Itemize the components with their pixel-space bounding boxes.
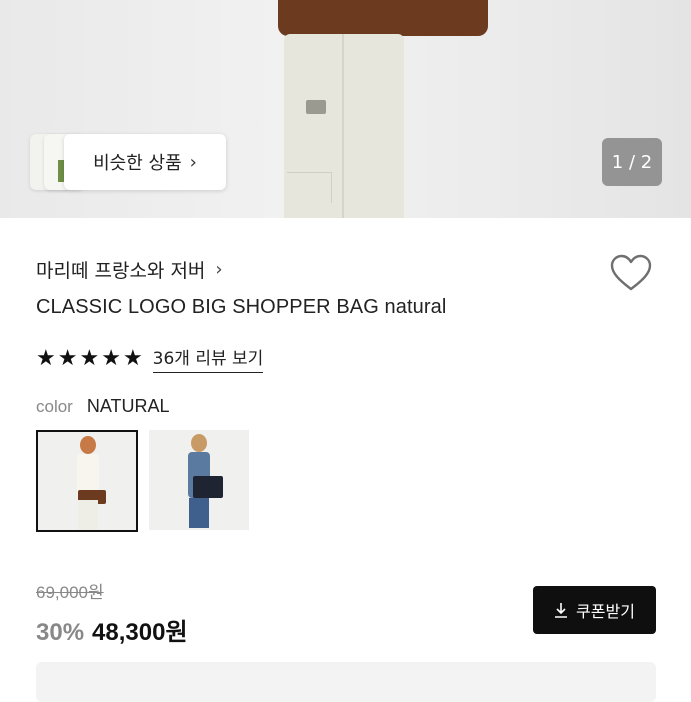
similar-products-label: 비슷한 상품 [93, 153, 182, 174]
reviews-link[interactable]: 36개 리뷰 보기 [152, 344, 264, 373]
sale-price: 48,300원 [92, 619, 188, 646]
heart-icon[interactable] [609, 253, 653, 293]
rating-row: ★ ★ ★ ★ ★ 36개 리뷰 보기 [36, 344, 264, 373]
info-box [36, 662, 656, 702]
product-photo-pocket [287, 172, 332, 203]
swatch-figure-legs [78, 500, 98, 530]
chevron-right-icon: › [215, 259, 223, 280]
product-photo-label [306, 100, 326, 114]
coupon-button-label: 쿠폰받기 [576, 602, 635, 621]
brand-link[interactable]: 마리떼 프랑소와 저버 › [36, 256, 223, 283]
chevron-right-icon: › [189, 151, 197, 173]
brand-name: 마리떼 프랑소와 저버 [36, 260, 206, 282]
coupon-button[interactable]: 쿠폰받기 [533, 586, 656, 634]
download-icon [555, 603, 568, 618]
image-counter-text: 1 / 2 [611, 151, 653, 173]
star-icon: ★ [79, 345, 100, 371]
similar-products-card[interactable]: 비슷한 상품 › [64, 134, 226, 190]
star-icon: ★ [36, 345, 56, 371]
swatch-figure-head [80, 436, 96, 454]
color-swatch-navy[interactable] [149, 430, 249, 530]
star-icon: ★ [122, 345, 143, 371]
price-row: 30% 48,300원 [36, 612, 188, 647]
star-icon: ★ [101, 345, 121, 371]
swatch-figure-head [191, 434, 207, 452]
swatch-figure-legs [189, 498, 209, 528]
image-counter: 1 / 2 [602, 138, 662, 186]
swatch-figure-bag [193, 476, 223, 498]
color-swatch-natural[interactable] [36, 430, 138, 532]
star-icon: ★ [57, 345, 78, 371]
discount-rate: 30% [36, 619, 85, 646]
rating-stars: ★ ★ ★ ★ ★ [36, 345, 143, 371]
product-image-carousel[interactable]: 비슷한 상품 › 1 / 2 [0, 0, 691, 218]
color-option-row: color NATURAL [36, 396, 170, 417]
color-label: color [36, 397, 73, 416]
color-value: NATURAL [86, 396, 170, 416]
product-title: CLASSIC LOGO BIG SHOPPER BAG natural [36, 296, 447, 318]
product-photo-bag [278, 0, 488, 36]
original-price: 69,000원 [36, 583, 104, 602]
